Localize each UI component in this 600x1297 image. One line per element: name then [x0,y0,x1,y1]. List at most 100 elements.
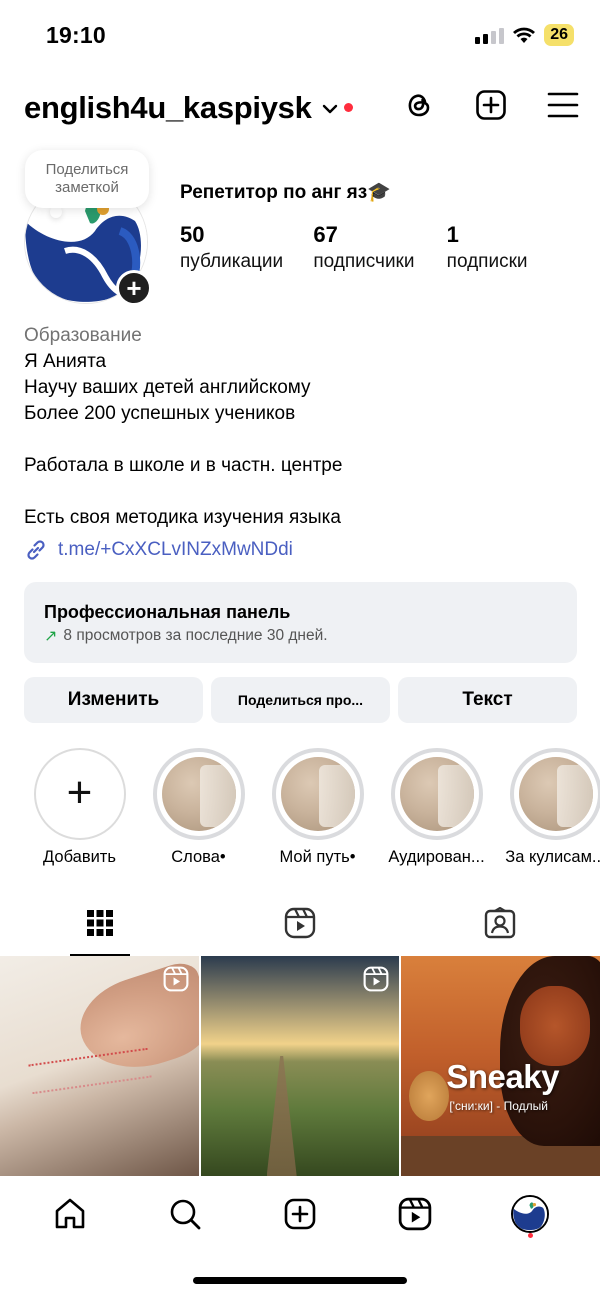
highlight-cover [399,757,474,831]
profile-content-tabs [0,890,600,956]
bio-line: Работала в школе и в частн. центре [24,455,343,476]
posts-grid: Sneaky ['сни:ки] - Подлый [0,956,600,1176]
stat-followers-label: подписчики [313,251,415,272]
display-name: Репетитор по анг яз🎓 [180,182,391,203]
bio-link[interactable]: t.me/+CxXCLvINZxMwNDdi [24,538,293,562]
username[interactable]: english4u_kaspiysk [24,90,312,126]
battery-indicator: 26 [544,24,574,46]
highlight-label: Аудирован... [388,848,485,866]
highlight-cover [518,757,593,831]
highlight-ring[interactable] [152,748,245,840]
status-time: 19:10 [46,22,106,48]
trend-up-icon: ↗ [44,628,58,645]
highlight-cover [161,757,236,831]
stat-posts-label: публикации [180,251,284,272]
post-image-lion-face [520,986,591,1066]
share-note-bubble[interactable]: Поделиться заметкой [25,150,149,208]
search-icon [170,1199,201,1230]
stat-followers[interactable]: 67 подписчики [313,222,446,276]
highlight-label: Слова• [171,848,226,866]
profile-stats: 50 публикации 67 подписчики 1 подписки [180,222,580,276]
bottom-navigation [0,1176,600,1252]
plus-icon: + [66,767,93,817]
bio-line: Более 200 успешных учеников [24,403,296,424]
tab-grid[interactable] [0,890,200,956]
post-image-cub [409,1071,450,1121]
bio-line: Есть своя методика изучения языка [24,507,341,528]
nav-home[interactable] [40,1184,100,1244]
nav-reels[interactable] [385,1184,445,1244]
pro-panel-subtitle: ↗ 8 просмотров за последние 30 дней. [44,626,557,646]
reels-icon [398,1197,432,1231]
profile-bio: Образование Я Анията Научу ваших детей а… [24,323,584,531]
post-caption-word: Sneaky [446,1058,559,1095]
link-icon [27,540,45,560]
menu-icon[interactable] [546,88,580,122]
share-profile-button[interactable]: Поделиться про... [211,677,390,723]
reels-icon [284,907,316,939]
highlight-cover [280,757,355,831]
status-bar: 19:10 26 [0,0,600,72]
nav-create[interactable] [270,1184,330,1244]
header-actions [402,88,580,122]
highlight-ring[interactable] [271,748,364,840]
stat-following[interactable]: 1 подписки [447,222,580,276]
cellular-signal-icon [475,26,505,44]
status-indicators: 26 [475,24,574,46]
add-story-button[interactable]: + [116,270,152,306]
post-thumbnail[interactable]: Sneaky ['сни:ки] - Подлый [401,956,600,1176]
post-image-writing [28,1047,152,1095]
grid-icon [87,910,113,936]
bio-line: Научу ваших детей английскому [24,377,311,398]
pro-panel-title: Профессиональная панель [44,602,291,622]
bio-line-blank [24,479,584,505]
chevron-down-icon[interactable] [322,103,338,115]
tab-reels[interactable] [200,890,400,956]
threads-icon[interactable] [402,88,436,122]
stat-followers-count: 67 [313,222,338,247]
profile-action-buttons: Изменить Поделиться про... Текст [24,677,577,723]
bio-line-blank [24,427,584,453]
story-highlights: + Добавить Слова• Мой путь• Аудирован...… [20,748,600,870]
post-thumbnail[interactable] [0,956,199,1176]
highlight-item[interactable]: Аудирован... [377,748,496,870]
reel-badge-icon [163,966,189,992]
stat-posts[interactable]: 50 публикации [180,222,313,276]
profile-avatar-icon [511,1195,550,1233]
edit-profile-button[interactable]: Изменить [24,677,203,723]
professional-dashboard[interactable]: Профессиональная панель ↗ 8 просмотров з… [24,582,577,663]
bio-line: Я Анията [24,351,107,372]
bio-category: Образование [24,325,142,346]
stat-posts-count: 50 [180,222,205,247]
tab-tagged[interactable] [400,890,600,956]
highlight-item[interactable]: Мой путь• [258,748,377,870]
post-caption-translation: ['сни:ки] - Подлый [449,1099,548,1113]
post-image-road [266,1056,297,1176]
create-post-icon[interactable] [474,88,508,122]
highlight-ring[interactable] [390,748,483,840]
text-button[interactable]: Текст [398,677,577,723]
post-thumbnail[interactable] [200,956,400,1176]
reel-badge-icon [363,966,389,992]
highlight-ring[interactable] [509,748,600,840]
highlight-item[interactable]: Слова• [139,748,258,870]
notification-dot [343,102,353,112]
profile-header: english4u_kaspiysk [24,86,580,130]
nav-profile[interactable] [500,1184,560,1244]
stat-following-count: 1 [446,222,459,247]
highlight-label: Добавить [43,848,116,866]
notification-dot [527,1233,533,1238]
wifi-icon [513,27,536,43]
highlight-add-ring[interactable]: + [33,748,126,840]
create-icon [284,1198,316,1230]
highlight-label: За кулисам... [505,848,600,866]
tagged-icon [484,907,516,939]
highlight-add[interactable]: + Добавить [20,748,139,870]
home-icon [55,1198,84,1229]
nav-search[interactable] [155,1184,215,1244]
bio-link-text[interactable]: t.me/+CxXCLvINZxMwNDdi [58,539,293,561]
home-indicator[interactable] [193,1277,407,1284]
highlight-label: Мой путь• [279,848,356,866]
pro-panel-views: 8 просмотров за последние 30 дней. [63,627,328,644]
highlight-item[interactable]: За кулисам... [496,748,600,870]
